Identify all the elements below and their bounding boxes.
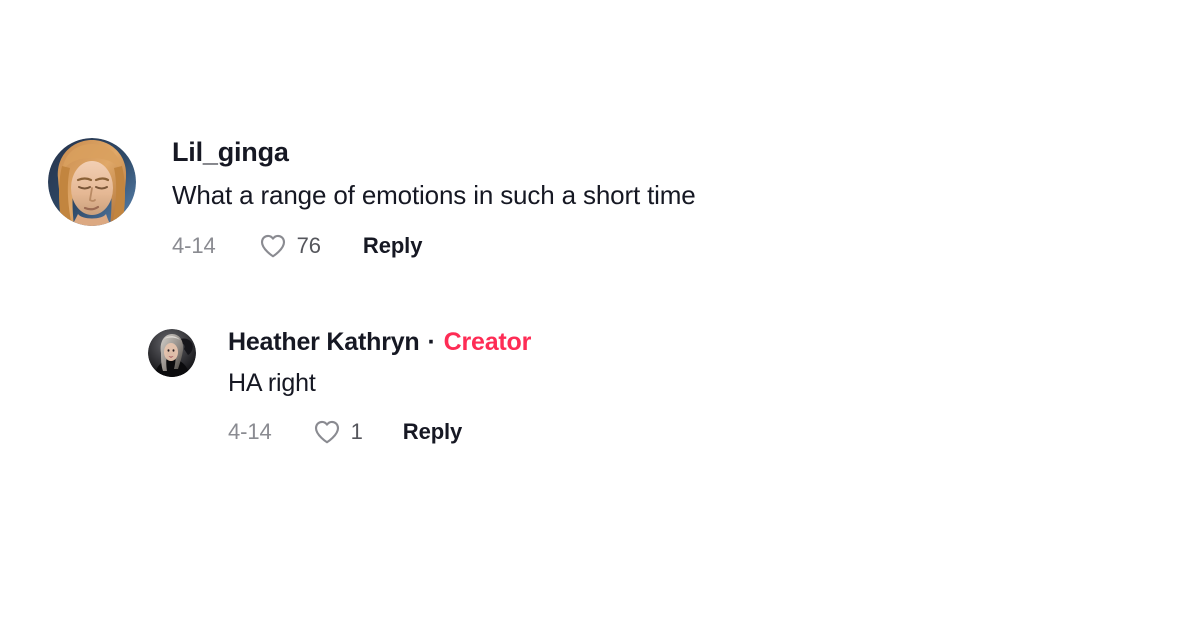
comment-date: 4-14 (172, 233, 216, 259)
reply-avatar-image (148, 329, 196, 377)
separator-dot: · (427, 328, 436, 356)
heart-outline-icon[interactable] (312, 417, 342, 447)
reply-username-row: Heather Kathryn · Creator (228, 328, 532, 356)
avatar[interactable] (48, 138, 136, 226)
reply-like-count: 1 (350, 419, 363, 445)
reply-item: Heather Kathryn · Creator HA right 4-14 … (148, 329, 531, 447)
comment-reply-button[interactable]: Reply (363, 233, 423, 259)
reply-text: HA right (228, 369, 316, 398)
heart-outline-icon[interactable] (258, 231, 288, 261)
reply-meta-row: 4-14 1 Reply (228, 417, 531, 447)
reply-avatar[interactable] (148, 329, 196, 377)
comment-like-count: 76 (296, 233, 321, 259)
avatar-image (48, 138, 136, 226)
comment-item: Lil_ginga What a range of emotions in su… (48, 138, 696, 261)
reply-username[interactable]: Heather Kathryn (228, 329, 420, 356)
comment-thread-screen: Lil_ginga What a range of emotions in su… (0, 0, 1200, 628)
comment-text: What a range of emotions in such a short… (172, 180, 696, 211)
reply-content: Heather Kathryn · Creator HA right 4-14 … (228, 329, 531, 447)
reply-date: 4-14 (228, 419, 272, 445)
reply-reply-button[interactable]: Reply (403, 419, 463, 445)
comment-meta-row: 4-14 76 Reply (172, 231, 696, 261)
reply-like-group[interactable]: 1 (312, 417, 363, 447)
comment-content: Lil_ginga What a range of emotions in su… (172, 138, 696, 261)
comment-username[interactable]: Lil_ginga (172, 138, 696, 167)
creator-badge: Creator (443, 328, 532, 356)
comment-like-group[interactable]: 76 (258, 231, 321, 261)
